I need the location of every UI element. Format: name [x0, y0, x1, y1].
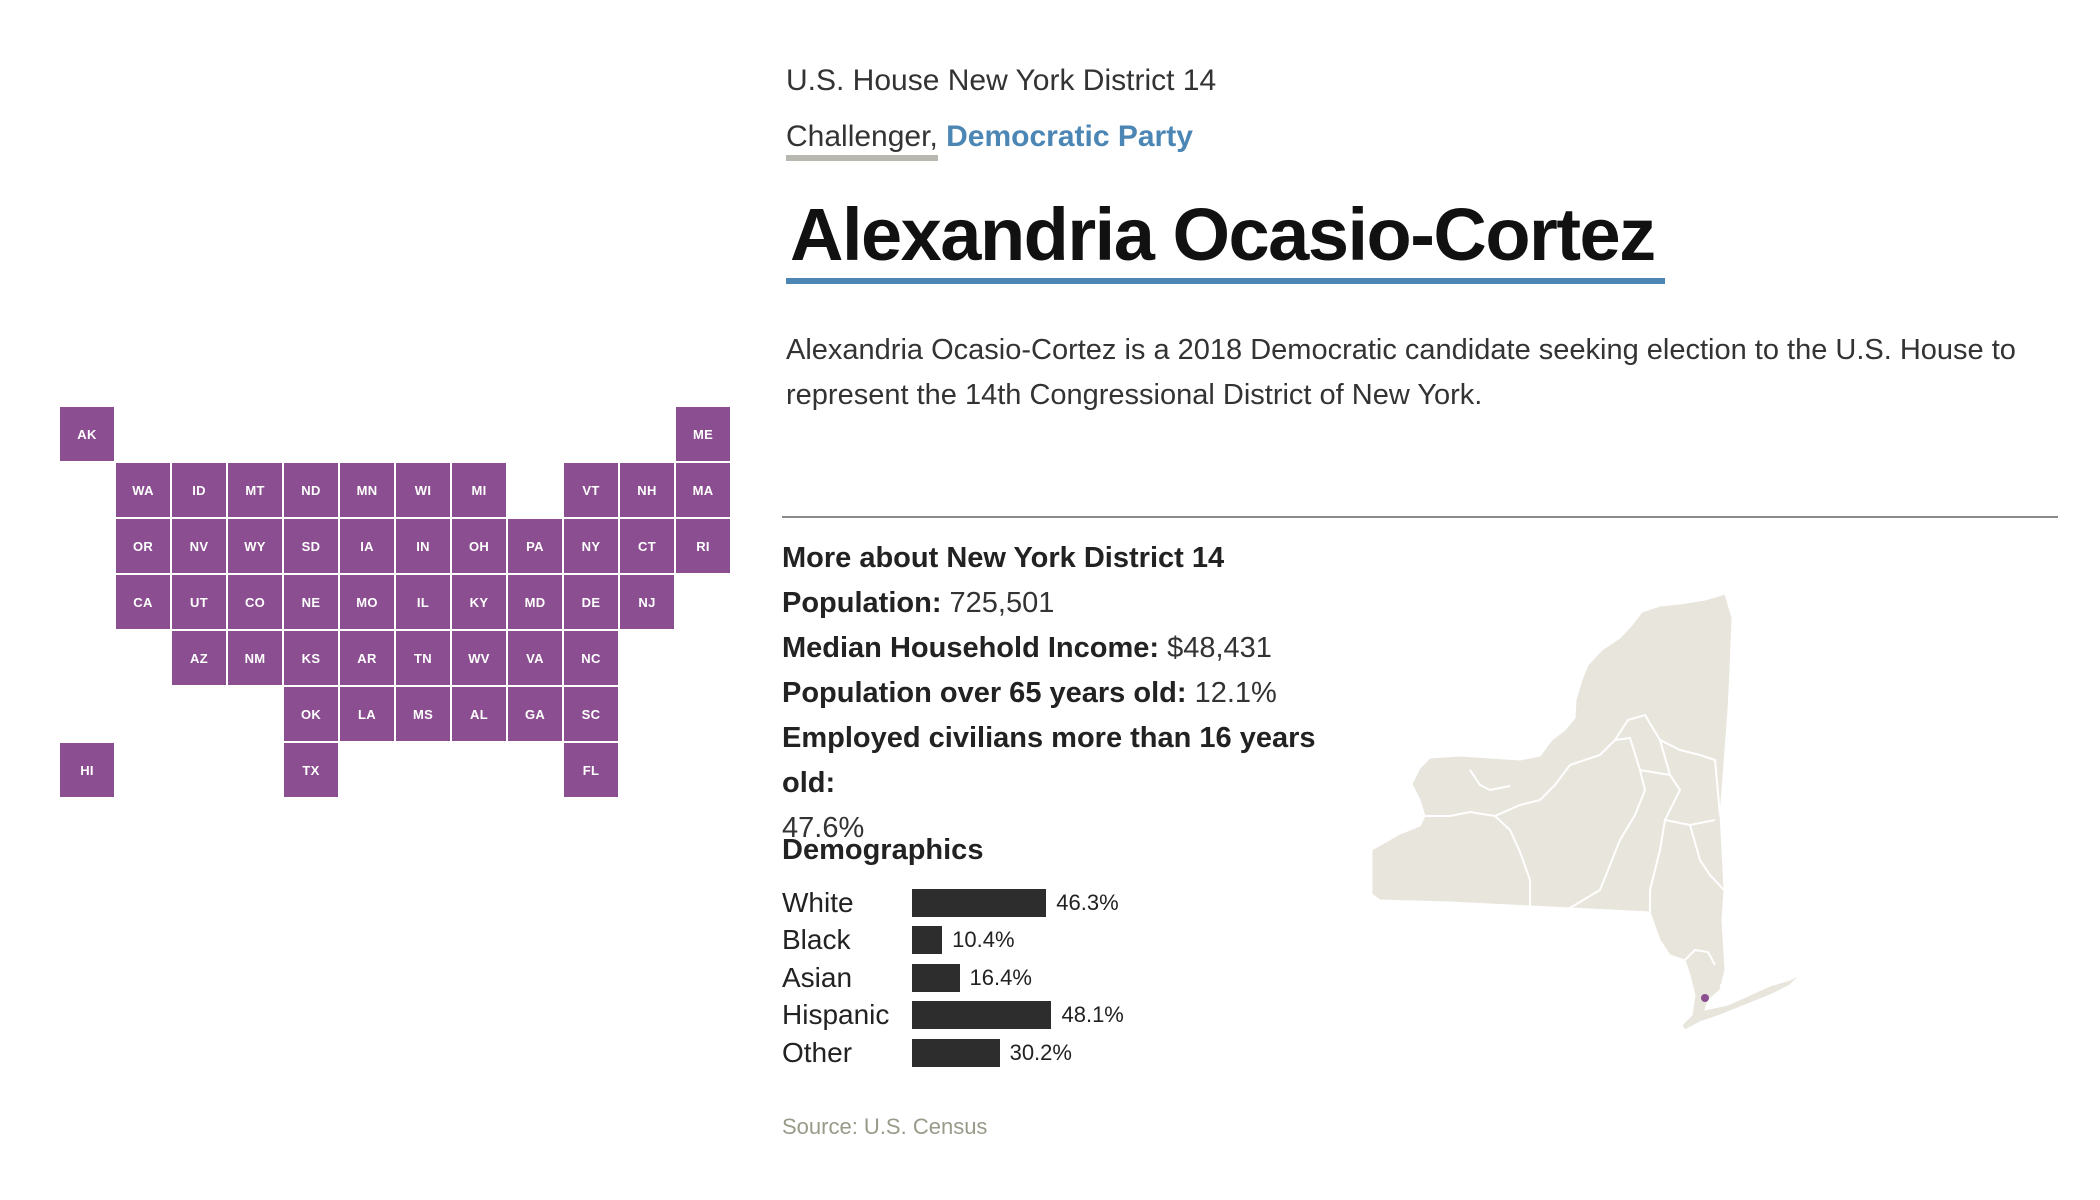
demographic-label: Asian	[782, 961, 853, 993]
state-tile-ne[interactable]: NE	[284, 575, 338, 629]
role-label: Challenger,	[786, 120, 938, 161]
income-stat: Median Household Income: $48,431	[782, 626, 1342, 671]
over65-label: Population over 65 years old:	[782, 677, 1187, 709]
state-tile-mo[interactable]: MO	[340, 575, 394, 629]
us-tile-map: AK ME WA ID MT ND MN WI MI VT NH MA OR NV WY SD IA IN OH PA…	[60, 407, 740, 807]
income-label: Median Household Income:	[782, 632, 1160, 664]
state-tile-nv[interactable]: NV	[172, 519, 226, 573]
state-tile-tn[interactable]: TN	[396, 631, 450, 685]
state-tile-oh[interactable]: OH	[452, 519, 506, 573]
population-value: 725,501	[949, 587, 1055, 619]
demographic-bar	[912, 1001, 1052, 1029]
population-label: Population:	[782, 587, 942, 619]
candidate-bio: Alexandria Ocasio-Cortez is a 2018 Democ…	[786, 334, 2016, 411]
state-tile-ks[interactable]: KS	[284, 631, 338, 685]
state-tile-wa[interactable]: WA	[116, 463, 170, 517]
state-tile-co[interactable]: CO	[228, 575, 282, 629]
state-tile-nh[interactable]: NH	[620, 463, 674, 517]
state-tile-wy[interactable]: WY	[228, 519, 282, 573]
state-tile-mt[interactable]: MT	[228, 463, 282, 517]
party-link[interactable]: Democratic Party	[946, 120, 1193, 153]
demographic-bar	[912, 926, 943, 954]
employed-label: Employed civilians more than 16 years ol…	[782, 722, 1316, 799]
demographic-bar	[912, 888, 1047, 917]
population-stat: Population: 725,501	[782, 581, 1342, 626]
demographic-value: 48.1%	[1061, 1002, 1124, 1027]
state-tile-nj[interactable]: NJ	[620, 575, 674, 629]
state-tile-ma[interactable]: MA	[676, 463, 730, 517]
over65-stat: Population over 65 years old: 12.1%	[782, 671, 1342, 716]
state-tile-in[interactable]: IN	[396, 519, 450, 573]
state-tile-ga[interactable]: GA	[508, 687, 562, 741]
state-tile-ky[interactable]: KY	[452, 575, 506, 629]
demographic-row-other: Other 30.2%	[782, 1034, 1072, 1071]
ny-state-shape	[1371, 593, 1801, 1031]
state-tile-ny[interactable]: NY	[564, 519, 618, 573]
demographic-row-asian: Asian 16.4%	[782, 959, 1032, 996]
state-tile-wv[interactable]: WV	[452, 631, 506, 685]
state-tile-sd[interactable]: SD	[284, 519, 338, 573]
state-tile-il[interactable]: IL	[396, 575, 450, 629]
state-tile-ut[interactable]: UT	[172, 575, 226, 629]
state-tile-ak[interactable]: AK	[60, 407, 114, 461]
state-tile-ia[interactable]: IA	[340, 519, 394, 573]
employed-stat: Employed civilians more than 16 years ol…	[782, 716, 1342, 851]
demographic-bar	[912, 1038, 1000, 1067]
demographic-value: 16.4%	[969, 964, 1032, 990]
state-tile-or[interactable]: OR	[116, 519, 170, 573]
over65-value: 12.1%	[1194, 677, 1277, 709]
state-tile-az[interactable]: AZ	[172, 631, 226, 685]
demographic-label: Other	[782, 1036, 853, 1068]
state-tile-ct[interactable]: CT	[620, 519, 674, 573]
state-tile-me[interactable]: ME	[676, 407, 730, 461]
state-tile-nd[interactable]: ND	[284, 463, 338, 517]
state-tile-wi[interactable]: WI	[396, 463, 450, 517]
income-value: $48,431	[1167, 632, 1272, 664]
state-tile-va[interactable]: VA	[508, 631, 562, 685]
candidate-role: Challenger, Democratic Party	[786, 120, 1193, 161]
state-tile-ar[interactable]: AR	[340, 631, 394, 685]
state-tile-md[interactable]: MD	[508, 575, 562, 629]
district-info-heading: More about New York District 14	[782, 542, 1225, 574]
section-divider	[782, 516, 2058, 518]
source-note: Source: U.S. Census	[782, 1114, 988, 1139]
state-tile-mi[interactable]: MI	[452, 463, 506, 517]
candidate-name: Alexandria Ocasio-Cortez	[786, 196, 1665, 284]
district-info: More about New York District 14 Populati…	[782, 536, 1342, 851]
state-tile-pa[interactable]: PA	[508, 519, 562, 573]
new-york-district-map	[1371, 593, 1801, 1031]
state-tile-id[interactable]: ID	[172, 463, 226, 517]
demographic-value: 30.2%	[1009, 1039, 1072, 1065]
state-tile-hi[interactable]: HI	[60, 743, 114, 797]
demographic-value: 46.3%	[1056, 889, 1119, 915]
demographic-row-hispanic: Hispanic 48.1%	[782, 997, 1124, 1034]
demographics-heading: Demographics	[782, 834, 984, 866]
demographic-value: 10.4%	[952, 927, 1015, 952]
state-tile-ri[interactable]: RI	[676, 519, 730, 573]
state-tile-ok[interactable]: OK	[284, 687, 338, 741]
demographic-row-black: Black 10.4%	[782, 922, 1015, 959]
demographic-row-white: White 46.3%	[782, 884, 1119, 921]
district-14-highlight	[1701, 994, 1709, 1002]
demographic-bar	[912, 963, 960, 992]
state-tile-tx[interactable]: TX	[284, 743, 338, 797]
demographic-label: Hispanic	[782, 999, 890, 1030]
state-tile-al[interactable]: AL	[452, 687, 506, 741]
state-tile-nc[interactable]: NC	[564, 631, 618, 685]
state-tile-sc[interactable]: SC	[564, 687, 618, 741]
state-tile-ms[interactable]: MS	[396, 687, 450, 741]
demographic-label: Black	[782, 924, 851, 955]
state-tile-mn[interactable]: MN	[340, 463, 394, 517]
state-tile-fl[interactable]: FL	[564, 743, 618, 797]
state-tile-vt[interactable]: VT	[564, 463, 618, 517]
state-tile-nm[interactable]: NM	[228, 631, 282, 685]
demographic-label: White	[782, 886, 854, 918]
state-tile-la[interactable]: LA	[340, 687, 394, 741]
race-title: U.S. House New York District 14	[786, 64, 1217, 97]
state-tile-ca[interactable]: CA	[116, 575, 170, 629]
state-tile-de[interactable]: DE	[564, 575, 618, 629]
